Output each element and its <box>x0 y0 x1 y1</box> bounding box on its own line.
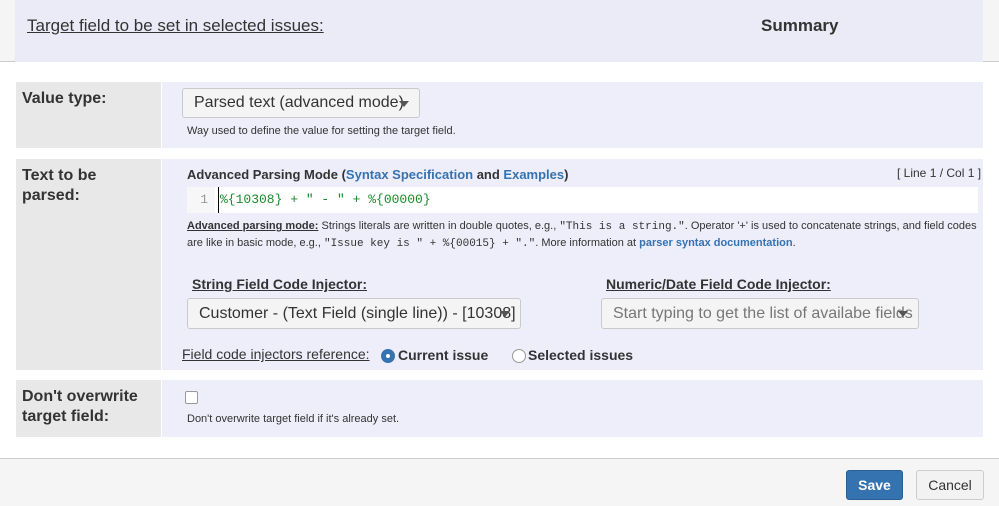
save-button[interactable]: Save <box>846 470 903 500</box>
value-type-label: Value type: <box>16 82 161 148</box>
parser-syntax-doc-link[interactable]: parser syntax documentation <box>639 237 792 249</box>
value-type-help: Way used to define the value for setting… <box>187 125 456 137</box>
selected-issues-label[interactable]: Selected issues <box>528 347 633 363</box>
expression-code[interactable]: %{10308} + " - " + %{00000} <box>218 187 431 213</box>
help-text-1: Strings literals are written in double q… <box>318 220 560 232</box>
dont-overwrite-label: Don't overwrite target field: <box>16 380 161 437</box>
value-type-select[interactable]: Parsed text (advanced mode) <box>182 88 420 118</box>
text-to-parse-label: Text to be parsed: <box>16 159 161 370</box>
cancel-button[interactable]: Cancel <box>916 470 984 500</box>
chevron-down-icon <box>399 101 409 107</box>
help-code-1: "This is a string." <box>559 221 685 233</box>
help-text-3: . More information at <box>535 237 640 249</box>
parsing-help: Advanced parsing mode: Strings literals … <box>187 218 977 252</box>
dont-overwrite-help: Don't overwrite target field if it's alr… <box>187 413 400 425</box>
chevron-down-icon <box>500 311 510 317</box>
title-close-paren: ) <box>564 167 569 182</box>
syntax-specification-link[interactable]: Syntax Specification <box>346 167 473 182</box>
parsing-mode-title: Advanced Parsing Mode (Syntax Specificat… <box>187 167 568 182</box>
injector-reference-label: Field code injectors reference: <box>182 346 370 362</box>
current-issue-radio[interactable] <box>381 349 395 363</box>
selected-issues-radio[interactable] <box>512 349 526 363</box>
target-field-label: Target field to be set in selected issue… <box>27 16 324 35</box>
title-and-text: and <box>473 167 504 182</box>
parsing-mode-title-text: Advanced Parsing Mode ( <box>187 167 346 182</box>
dont-overwrite-label-line1: Don't overwrite <box>22 388 138 405</box>
parsing-help-title: Advanced parsing mode: <box>187 220 319 232</box>
current-issue-label[interactable]: Current issue <box>398 347 488 363</box>
help-text-end: . <box>792 237 796 249</box>
string-injector-label: String Field Code Injector: <box>192 276 368 292</box>
line-number: 1 <box>187 187 215 213</box>
target-field-value: Summary <box>761 16 839 35</box>
examples-link[interactable]: Examples <box>503 167 564 182</box>
string-injector-select[interactable]: Customer - (Text Field (single line)) - … <box>187 298 521 329</box>
numeric-injector-label: Numeric/Date Field Code Injector: <box>606 276 831 292</box>
dont-overwrite-checkbox[interactable] <box>185 391 198 404</box>
dont-overwrite-label-line2: target field: <box>22 408 110 425</box>
help-code-2: "Issue key is " + %{00015} + "." <box>323 238 536 250</box>
dont-overwrite-cell <box>162 380 983 437</box>
cursor-position: [ Line 1 / Col 1 ] <box>897 166 982 180</box>
expression-editor[interactable]: 1 %{10308} + " - " + %{00000} <box>187 187 978 213</box>
numeric-injector-select[interactable]: Start typing to get the list of availabe… <box>601 298 919 329</box>
chevron-down-icon <box>898 311 908 317</box>
